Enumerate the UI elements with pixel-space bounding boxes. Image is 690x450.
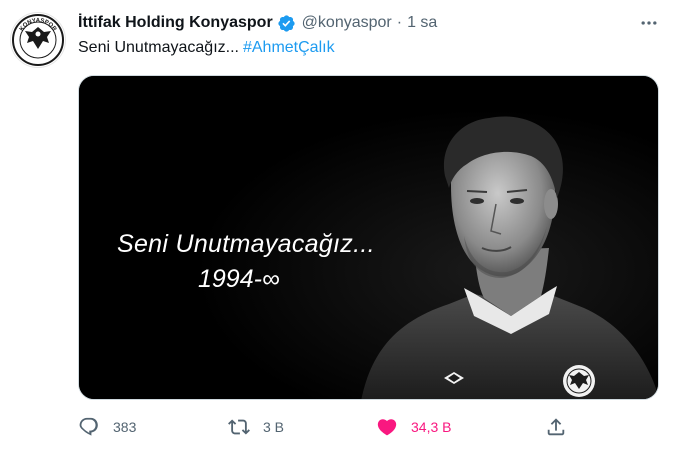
reply-button[interactable]: 383 <box>78 414 136 440</box>
avatar[interactable]: KONYASPOR <box>10 12 66 68</box>
separator-dot: · <box>396 14 403 31</box>
reply-count: 383 <box>113 419 137 435</box>
share-button[interactable] <box>545 414 567 440</box>
reply-icon <box>79 417 98 436</box>
media-years: 1994-∞ <box>198 265 280 293</box>
like-count: 34,3 B <box>411 419 452 435</box>
heart-icon <box>377 419 397 436</box>
tweet-body: Seni Unutmayacağız... <box>78 39 239 56</box>
timestamp[interactable]: 1 sa <box>407 14 437 32</box>
retweet-button[interactable]: 3 B <box>228 414 284 440</box>
tweet[interactable]: KONYASPOR İttifak Holding Konyaspor @kon… <box>0 0 690 450</box>
retweet-count: 3 B <box>263 419 285 435</box>
tweet-actions: 383 3 B 34,3 B <box>78 414 578 440</box>
author-handle[interactable]: @konyaspor <box>302 14 392 32</box>
tweet-header: İttifak Holding Konyaspor @konyaspor · 1… <box>78 13 437 33</box>
konyaspor-logo-icon: KONYASPOR <box>12 14 64 66</box>
hashtag-link[interactable]: #AhmetÇalık <box>243 39 335 56</box>
tweet-text: Seni Unutmayacağız... #AhmetÇalık <box>78 39 335 57</box>
tweet-media-image[interactable]: Seni Unutmayacağız... 1994-∞ <box>78 75 659 400</box>
retweet-icon <box>228 419 250 435</box>
share-icon <box>547 418 565 436</box>
verified-badge-icon <box>277 14 296 33</box>
konyaspor-crest-icon <box>563 365 595 397</box>
author-name[interactable]: İttifak Holding Konyaspor <box>78 14 273 32</box>
media-title: Seni Unutmayacağız... <box>117 230 375 258</box>
like-button[interactable]: 34,3 B <box>376 414 451 440</box>
more-icon[interactable] <box>637 11 661 35</box>
